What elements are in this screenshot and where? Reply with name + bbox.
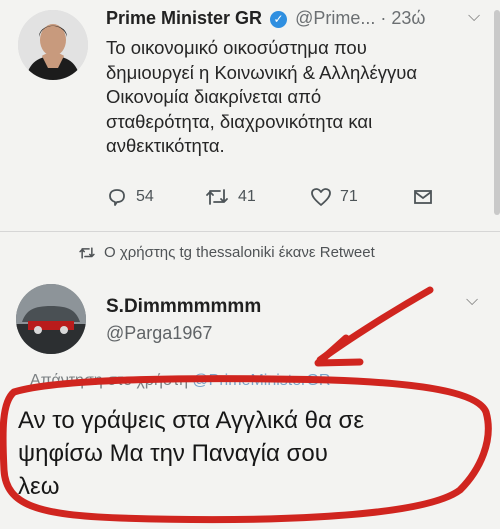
reply-text-line: Αν το γράψεις στα Αγγλικά θα σε — [18, 407, 365, 434]
tweet-text-line: Οικονομία διακρίνεται από — [106, 86, 322, 107]
avatar[interactable] — [18, 10, 88, 80]
main-tweet: Prime Minister GR ✓ @Prime... · 23ώ ⌵ Το… — [0, 0, 500, 232]
retweet-notice[interactable]: Ο χρήστης tg thessaloniki έκανε Retweet — [78, 244, 375, 261]
reply-author-handle[interactable]: @Parga1967 — [106, 323, 212, 344]
tweet-time[interactable]: · 23ώ — [380, 8, 425, 28]
author-name[interactable]: Prime Minister GR — [106, 8, 262, 28]
tweet-text-line: Το οικονομικό οικοσύστημα που — [106, 37, 367, 58]
tweet-text-line: ανθεκτικότητα. — [106, 135, 225, 156]
replying-prefix: Απάντηση στο χρήστη — [30, 372, 193, 389]
replying-to: Απάντηση στο χρήστη @PrimeMinisterGR — [30, 372, 330, 390]
retweet-count: 41 — [238, 188, 256, 205]
reply-count: 54 — [136, 188, 154, 205]
reply-author-name[interactable]: S.Dimmmmmmm — [106, 296, 261, 318]
reply-text-line: λεω — [18, 473, 60, 500]
verified-icon: ✓ — [270, 11, 288, 28]
chevron-down-icon[interactable]: ⌵ — [466, 292, 478, 310]
retweet-icon — [206, 189, 228, 205]
author-handle[interactable]: @Prime... — [295, 8, 375, 28]
like-icon — [311, 188, 331, 206]
tweet-text: Το οικονομικό οικοσύστημα που δημιουργεί… — [106, 36, 486, 159]
reply-icon — [109, 189, 125, 206]
tweet-actions: 54 41 71 — [106, 186, 436, 212]
like-button[interactable]: 71 — [310, 186, 358, 208]
message-button[interactable] — [412, 186, 434, 208]
scrollbar[interactable] — [494, 10, 500, 215]
like-count: 71 — [340, 188, 358, 205]
annotation-arrowhead — [314, 334, 364, 367]
tweet-header: Prime Minister GR ✓ @Prime... · 23ώ — [106, 8, 425, 29]
reply-text-line: ψηφίσω Μα την Παναγία σου — [18, 440, 328, 467]
divider — [0, 231, 500, 232]
avatar[interactable] — [16, 284, 86, 354]
message-icon — [414, 190, 432, 204]
retweet-button[interactable]: 41 — [204, 186, 256, 208]
reply-button[interactable]: 54 — [106, 186, 154, 208]
tweet-text-line: σταθερότητα, διαχρονικότητα και — [106, 110, 373, 132]
chevron-down-icon[interactable]: ⌵ — [468, 8, 480, 26]
reply-text: Αν το γράψεις στα Αγγλικά θα σε ψηφίσω Μ… — [18, 404, 488, 503]
retweet-icon — [79, 246, 95, 259]
retweet-notice-text: Ο χρήστης tg thessaloniki έκανε Retweet — [104, 244, 375, 261]
tweet-text-line: δημιουργεί η Κοινωνική & Αλληλέγγυα — [106, 61, 418, 83]
annotation-arrow — [316, 286, 434, 364]
replying-mention[interactable]: @PrimeMinisterGR — [192, 372, 330, 389]
